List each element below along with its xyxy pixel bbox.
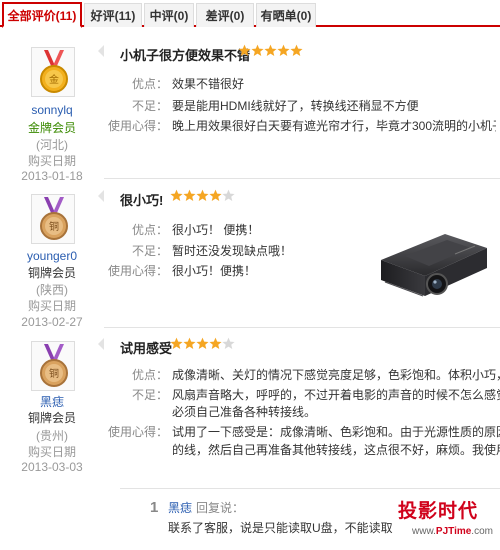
review-item: 金 sonnylq 金牌会员 (河北) 购买日期 2013-01-18 小机子很… [0,29,500,183]
star-empty-icon [222,189,235,202]
tab-neutral-label: 中评(0) [149,9,189,23]
tab-photos-label: 有晒单(0) [260,9,312,23]
reviewer-name[interactable]: sonnylq [0,103,104,117]
reviewer-name[interactable]: younger0 [0,249,104,263]
copper-medal-icon: 铜 [40,344,68,387]
star-filled-icon [170,189,183,202]
star-filled-icon [196,337,209,350]
pros-text: 成像清晰、关灯的情况下感觉亮度足够，色彩饱和。体积小巧，精致。 [172,368,500,382]
experience-text-line-1: 试用了一下感受是：成像清晰、色彩饱和。由于光源性质的原因，只有在 [172,425,500,439]
review-pointer [98,45,104,57]
star-filled-icon [238,44,251,57]
experience-label: 使用心得： [108,425,169,439]
member-level: 铜牌会员 [27,411,76,425]
review-pointer [98,338,104,350]
member-level: 金牌会员 [27,121,76,135]
rating-stars [170,337,235,353]
gold-medal-icon: 金 [40,50,68,93]
watermark-site: www.PJTime.com [412,526,493,537]
review-filter-tabs: 全部评价(11) 好评(11) 中评(0) 差评(0) 有晒单(0) [0,0,500,28]
star-filled-icon [196,189,209,202]
reviewer-region: (河北) [36,138,68,152]
pjtime-watermark-logo: 投影时代 www.PJTime.com [380,496,500,550]
tab-positive[interactable]: 好评(11) [84,3,142,27]
cons-text-line-1: 风扇声音略大，呼呼的，不过开着电影的声音的时候不怎么感觉到。没有 [172,388,500,402]
tab-negative-label: 差评(0) [205,9,245,23]
reviewer-region: (贵州) [36,429,68,443]
avatar[interactable]: 铜 [31,194,75,244]
medal-label: 铜 [49,368,59,380]
tab-negative[interactable]: 差评(0) [196,3,254,27]
experience-label: 使用心得： [108,264,169,278]
tab-with-photos[interactable]: 有晒单(0) [256,3,316,27]
reply-user[interactable]: 黑痣 [168,499,192,516]
tab-all-reviews[interactable]: 全部评价(11) [2,2,82,28]
experience-text: 很小巧！便携！ [172,264,257,278]
tab-neutral[interactable]: 中评(0) [144,3,194,27]
star-filled-icon [209,337,222,350]
pros-label: 优点： [131,368,168,382]
pros-text: 很小巧！ 便携！ [172,223,260,237]
cons-label: 不足： [131,244,168,258]
avatar[interactable]: 金 [31,47,75,97]
copper-medal-icon: 铜 [40,197,68,240]
cons-label: 不足： [131,388,168,402]
star-filled-icon [183,337,196,350]
watermark-site-brand: PJTime [435,526,472,537]
watermark-site-prefix: www. [412,526,436,537]
watermark-site-suffix: .com [471,526,493,537]
star-empty-icon [222,337,235,350]
avatar[interactable]: 铜 [31,341,75,391]
reply-number: 1 [150,499,159,516]
medal-label: 铜 [49,221,59,233]
buy-date-label: 购买日期 [27,445,76,459]
reply-said-label: 回复说： [196,501,245,515]
star-filled-icon [277,44,290,57]
star-filled-icon [264,44,277,57]
cons-text-line-2: 必须自己准备各种转接线。 [172,405,317,419]
tab-all-label: 全部评价(11) [7,9,77,23]
reviewer-name[interactable]: 黑痣 [0,393,104,410]
tab-positive-label: 好评(11) [90,9,136,23]
buy-date-label: 购买日期 [27,154,76,168]
cons-text: 要是能用HDMI线就好了，转换线还稍显不方便 [172,99,419,113]
review-body: 小机子很方便效果不错 优点： 效果不错很好 不足： 要是能用HDMI线就好了，转… [98,29,500,179]
rating-stars [170,189,235,205]
review-title: 小机子很方便效果不错 [120,48,251,63]
pros-label: 优点： [131,223,168,237]
review-pointer [98,190,104,202]
experience-text-line-2: 的线，然后自己再准备其他转接线，这点很不好，麻烦。我使用USB线 [172,443,500,457]
star-filled-icon [183,189,196,202]
watermark-title: 投影时代 [398,500,479,522]
star-filled-icon [170,337,183,350]
star-filled-icon [251,44,264,57]
experience-label: 使用心得： [108,119,169,133]
rating-stars [238,44,303,60]
cons-label: 不足： [131,99,168,113]
reviewer-region: (陕西) [36,283,68,297]
review-title: 试用感受 [120,341,173,356]
pros-label: 优点： [131,77,168,91]
cons-text: 暂时还没发现缺点哦！ [172,244,293,258]
experience-text: 晚上用效果很好白天要有遮光帘才行，毕竟才300流明的小机子 [172,119,496,133]
purchase-date: 2013-03-03 [21,460,83,474]
review-title: 很小巧! [120,193,164,208]
projector-image [375,222,493,302]
medal-label: 金 [49,73,59,86]
pros-text: 效果不错很好 [172,77,245,91]
star-filled-icon [290,44,303,57]
buy-date-label: 购买日期 [27,299,76,313]
member-level: 铜牌会员 [27,266,76,280]
star-filled-icon [209,189,222,202]
reply-text: 联系了客服，说是只能读取U盘，不能读取 [168,521,393,535]
